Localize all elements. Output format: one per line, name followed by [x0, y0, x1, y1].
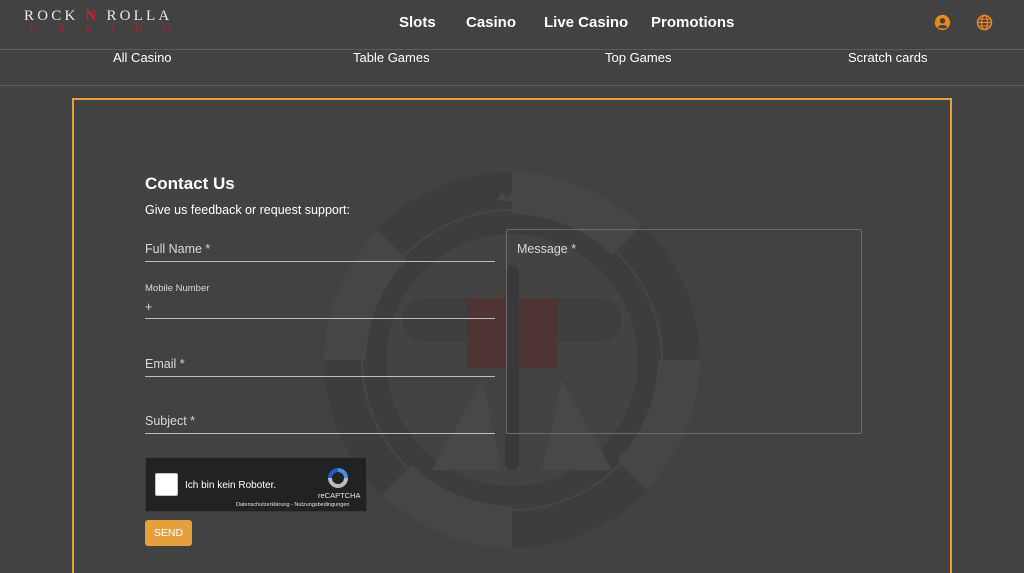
subject-label: Subject *: [145, 414, 196, 428]
mobile-number-field[interactable]: Mobile Number +: [145, 283, 495, 319]
globe-icon[interactable]: [976, 14, 993, 31]
top-header: ROCK N ROLLA CASINO Slots Casino Live Ca…: [0, 0, 1024, 50]
mobile-prefix: +: [145, 300, 153, 314]
subnav-item-all-casino[interactable]: All Casino: [113, 50, 172, 65]
subnav-item-table-games[interactable]: Table Games: [353, 50, 430, 65]
recaptcha-checkbox[interactable]: [155, 473, 178, 496]
nav-item-casino[interactable]: Casino: [466, 14, 516, 31]
send-button[interactable]: SEND: [145, 520, 192, 546]
message-textarea[interactable]: Message *: [506, 229, 862, 434]
subnav-item-top-games[interactable]: Top Games: [605, 50, 671, 65]
page-title: Contact Us: [145, 174, 235, 193]
full-name-field[interactable]: Full Name *: [145, 240, 495, 262]
nav-item-promotions[interactable]: Promotions: [651, 14, 734, 31]
page-subtitle: Give us feedback or request support:: [145, 203, 350, 217]
recaptcha-brand: reCAPTCHA: [318, 491, 361, 500]
recaptcha-icon: [328, 468, 348, 488]
subject-field[interactable]: Subject *: [145, 412, 495, 434]
main-nav: Slots Casino Live Casino Promotions: [0, 14, 1024, 34]
recaptcha-text: Ich bin kein Roboter.: [185, 480, 277, 491]
email-field[interactable]: Email *: [145, 355, 495, 377]
nav-item-live-casino[interactable]: Live Casino: [544, 14, 628, 31]
email-label: Email *: [145, 357, 185, 371]
mobile-number-label: Mobile Number: [145, 283, 210, 294]
sub-nav: All Casino Table Games Top Games Scratch…: [0, 50, 1024, 86]
full-name-label: Full Name *: [145, 242, 211, 256]
user-icon[interactable]: [934, 14, 951, 31]
recaptcha-legal-links[interactable]: Datenschutzerklärung - Nutzungsbedingung…: [236, 502, 349, 508]
subnav-item-scratch-cards[interactable]: Scratch cards: [848, 50, 927, 65]
nav-item-slots[interactable]: Slots: [399, 14, 436, 31]
message-label: Message *: [517, 242, 577, 256]
recaptcha-widget: Ich bin kein Roboter. reCAPTCHA Datensch…: [145, 457, 367, 512]
